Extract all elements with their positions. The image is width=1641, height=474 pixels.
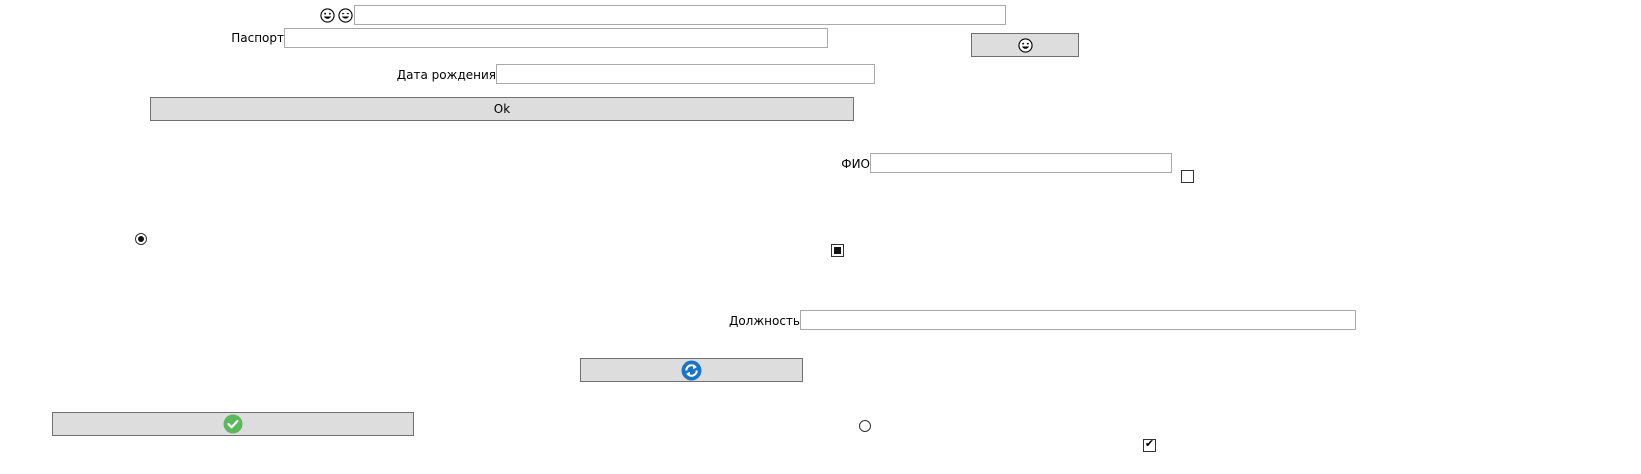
ok-button-label: Ok: [493, 102, 511, 116]
checkmark-icon: ✔: [1144, 437, 1155, 450]
grinning-face-icon: [1017, 37, 1033, 53]
passport-label: Паспорт: [231, 31, 284, 45]
fio-label: ФИО: [841, 157, 870, 171]
bottom-radio-button[interactable]: [859, 420, 871, 432]
fio-checkbox[interactable]: [1181, 170, 1194, 183]
indeterminate-mark: [834, 247, 841, 254]
birthdate-field[interactable]: [496, 64, 875, 84]
ok-button[interactable]: Ok: [150, 97, 854, 121]
confirm-button[interactable]: [52, 412, 414, 436]
sync-icon: [681, 360, 702, 380]
passport-field[interactable]: [284, 28, 828, 48]
fio-field[interactable]: [870, 153, 1172, 173]
sync-button[interactable]: [580, 358, 803, 382]
check-circle-icon: [223, 414, 243, 434]
smiling-face-icon: [338, 8, 353, 23]
bottom-checkbox[interactable]: ✔: [1143, 437, 1156, 452]
radio-dot: [138, 236, 144, 242]
birthdate-label: Дата рождения: [396, 68, 496, 82]
left-radio-button[interactable]: [135, 233, 147, 245]
grinning-face-icon: [320, 8, 335, 23]
position-field[interactable]: [800, 310, 1356, 330]
emoji-text-field[interactable]: [354, 5, 1006, 25]
indeterminate-checkbox[interactable]: [831, 244, 844, 257]
position-label: Должность: [728, 314, 800, 328]
emoji-button[interactable]: [971, 33, 1079, 57]
